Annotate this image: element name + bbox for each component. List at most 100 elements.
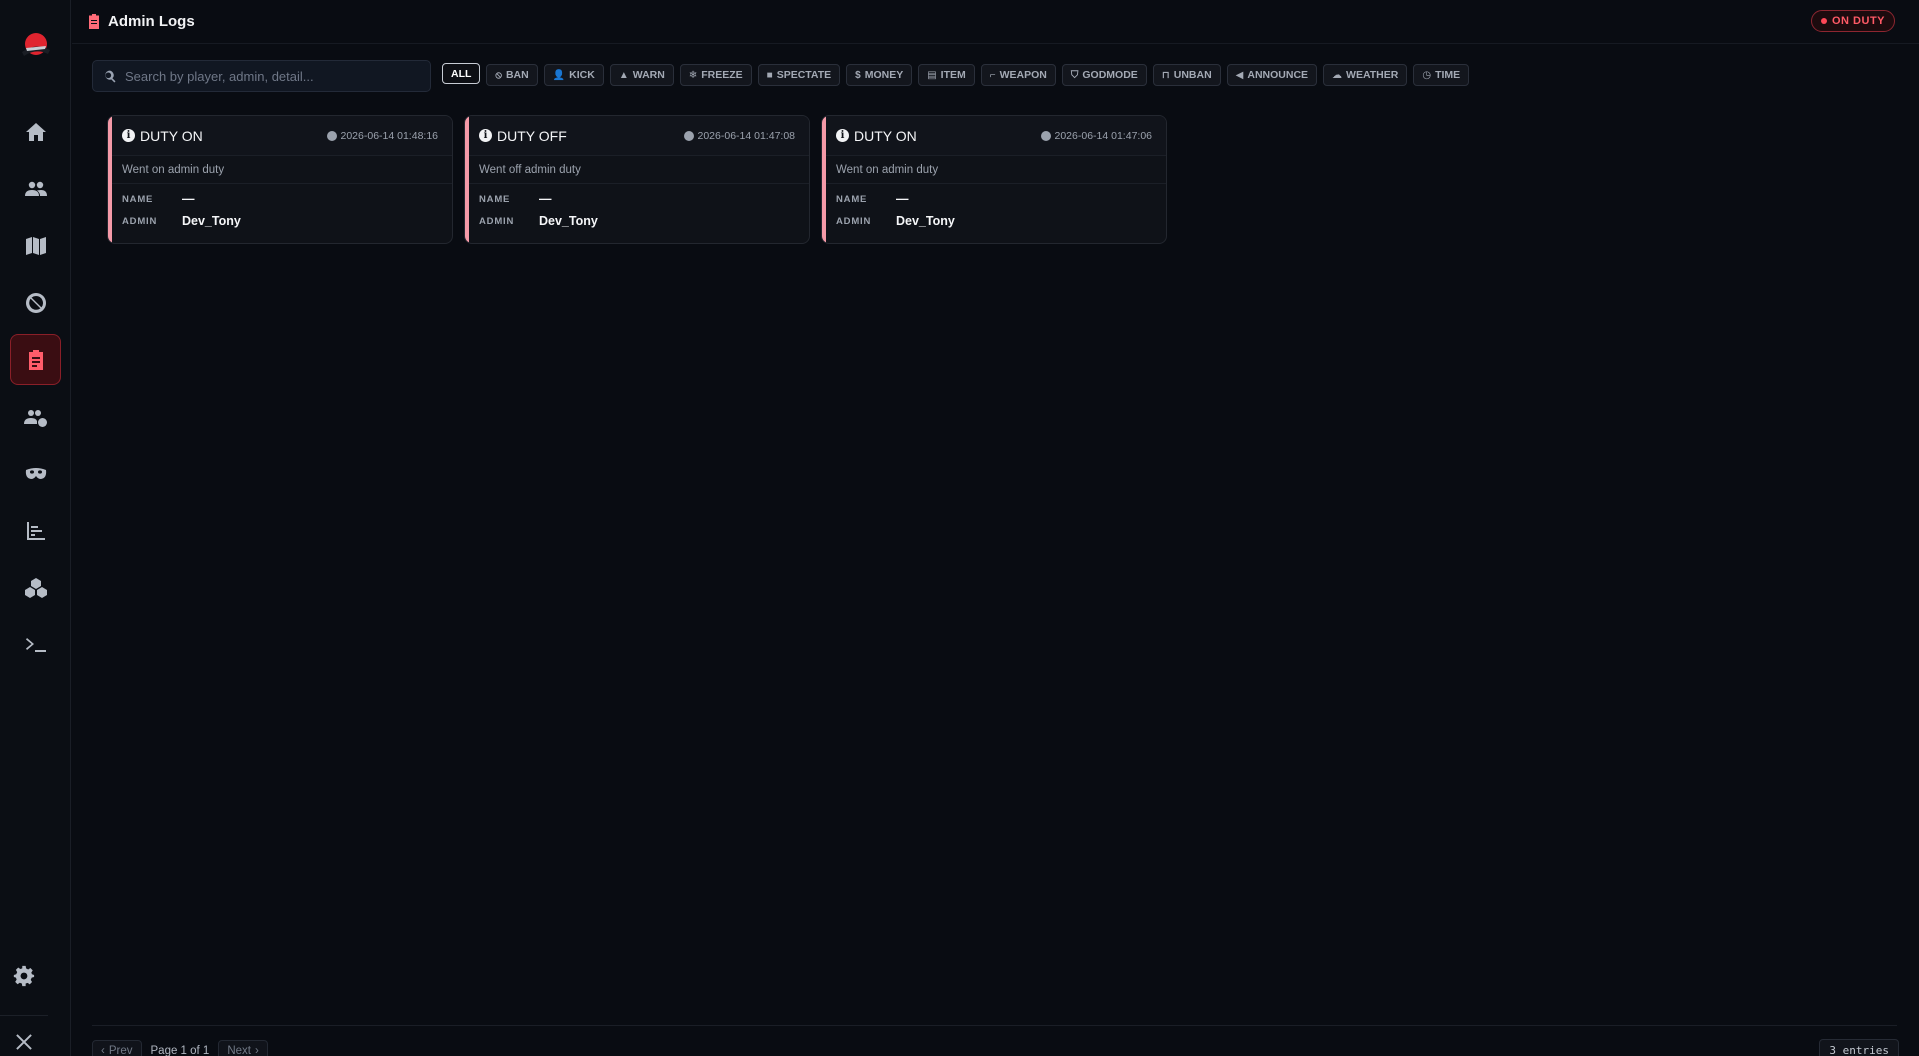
nav-staff[interactable]: [10, 391, 61, 442]
log-admin-row: ADMIN Dev_Tony: [465, 210, 809, 232]
page-header: Admin Logs ON DUTY: [72, 0, 1919, 44]
settings-button[interactable]: [0, 952, 48, 1000]
next-page-button[interactable]: Next ›: [218, 1040, 268, 1056]
log-detail: Went on admin duty: [108, 156, 452, 184]
log-type: DUTY ON: [140, 127, 203, 144]
users-icon: [24, 181, 47, 196]
snowflake-icon: ❄: [688, 69, 698, 81]
log-card[interactable]: i DUTY OFF 2026-06-14 01:47:08 Went off …: [464, 115, 810, 244]
nav-players[interactable]: [10, 163, 61, 214]
home-icon: [25, 122, 46, 141]
log-name-value: —: [182, 192, 195, 206]
nav-home[interactable]: [10, 106, 61, 157]
search-input[interactable]: [125, 68, 425, 84]
prev-page-button[interactable]: ‹ Prev: [92, 1040, 142, 1056]
log-type: DUTY ON: [854, 127, 917, 144]
log-detail: Went on admin duty: [822, 156, 1166, 184]
filter-spectate[interactable]: ■ SPECTATE: [757, 64, 841, 86]
log-timestamp: 2026-06-14 01:48:16: [326, 129, 439, 142]
entries-count-badge: 3 entries: [1819, 1039, 1899, 1056]
nav-bans[interactable]: [10, 277, 61, 328]
filter-label: BAN: [505, 69, 529, 81]
log-timestamp: 2026-06-14 01:47:06: [1040, 130, 1152, 142]
cloud-icon: ☁: [1332, 69, 1343, 81]
filter-time[interactable]: ◷ TIME: [1413, 64, 1470, 86]
filter-label: ANNOUNCE: [1247, 69, 1309, 81]
filter-money[interactable]: $ MONEY: [846, 64, 913, 86]
next-label: Next: [227, 1045, 251, 1056]
log-admin-label: ADMIN: [479, 215, 515, 227]
log-admin-label: ADMIN: [836, 215, 872, 227]
log-name-value: —: [896, 192, 909, 206]
filter-freeze[interactable]: ❄ FREEZE: [679, 64, 752, 86]
nav-resources[interactable]: [10, 562, 61, 613]
clipboard-icon: [28, 349, 43, 370]
chevron-right-icon: ›: [254, 1045, 259, 1056]
log-admin-value: Dev_Tony: [182, 214, 241, 228]
log-card-header: i DUTY ON 2026-06-14 01:47:06: [822, 116, 1166, 156]
filter-weather[interactable]: ☁ WEATHER: [1323, 64, 1408, 86]
dollar-icon: $: [855, 69, 861, 81]
terminal-icon: [25, 637, 46, 652]
boxes-icon: [24, 577, 47, 598]
clock-icon: [683, 130, 694, 141]
page-indicator: Page 1 of 1: [150, 1045, 210, 1056]
user-minus-icon: 👤: [552, 69, 566, 81]
log-name-row: NAME —: [108, 188, 452, 210]
mask-icon: [25, 467, 46, 479]
log-admin-value: Dev_Tony: [896, 214, 955, 228]
log-card[interactable]: i DUTY ON 2026-06-14 01:47:06 Went on ad…: [821, 115, 1167, 244]
filter-weapon[interactable]: ⌐ WEAPON: [980, 64, 1056, 86]
filter-label: WEATHER: [1346, 69, 1399, 81]
chart-icon: [26, 521, 45, 540]
log-timestamp-text: 2026-06-14 01:47:08: [697, 129, 796, 142]
page-title: Admin Logs: [108, 13, 195, 30]
nav-admin-logs[interactable]: [10, 334, 61, 385]
filter-kick[interactable]: 👤 KICK: [543, 64, 604, 86]
info-icon: i: [836, 129, 849, 142]
clock-icon: ◷: [1422, 69, 1432, 81]
filter-warn[interactable]: ▲ WARN: [609, 64, 674, 86]
prev-label: Prev: [108, 1045, 133, 1056]
close-button[interactable]: [0, 1018, 48, 1056]
chevron-left-icon: ‹: [101, 1045, 105, 1056]
nav-map[interactable]: [10, 220, 61, 271]
map-icon: [25, 236, 46, 255]
nav-roleplay[interactable]: [10, 448, 61, 499]
filter-unban[interactable]: ⊓ UNBAN: [1152, 64, 1221, 86]
users-gear-icon: [23, 409, 47, 427]
filter-label: UNBAN: [1173, 69, 1212, 81]
ban-icon: ⦸: [495, 69, 502, 81]
log-admin-row: ADMIN Dev_Tony: [822, 210, 1166, 232]
filter-all[interactable]: ALL: [442, 63, 481, 84]
info-icon: i: [122, 129, 135, 142]
log-timestamp-text: 2026-06-14 01:48:16: [340, 129, 439, 142]
duty-status-badge[interactable]: ON DUTY: [1811, 10, 1895, 32]
nav-stats[interactable]: [10, 505, 61, 556]
clock-icon: [326, 130, 337, 141]
log-type: DUTY OFF: [497, 127, 567, 144]
log-type-filters: ALL ⦸ BAN 👤 KICK ▲ WARN ❄ FREEZE ■ SPECTATE $…: [442, 63, 1470, 86]
sidebar: [0, 0, 71, 1056]
filter-godmode[interactable]: ⛉ GODMODE: [1061, 64, 1147, 86]
filter-item[interactable]: ▤ ITEM: [918, 64, 975, 86]
log-card[interactable]: i DUTY ON 2026-06-14 01:48:16 Went on ad…: [107, 115, 453, 244]
unlock-icon: ⊓: [1161, 69, 1170, 81]
log-admin-value: Dev_Tony: [539, 214, 598, 228]
filter-label: WARN: [632, 69, 665, 81]
log-admin-row: ADMIN Dev_Tony: [108, 210, 452, 232]
filter-label: TIME: [1435, 69, 1461, 81]
log-name-label: NAME: [122, 193, 154, 205]
filter-label: SPECTATE: [776, 69, 832, 81]
filter-announce[interactable]: ◀ ANNOUNCE: [1226, 64, 1318, 86]
filter-label: KICK: [569, 69, 595, 81]
filter-label: MONEY: [864, 69, 904, 81]
shield-icon: ⛉: [1070, 69, 1079, 81]
warning-icon: ▲: [618, 69, 629, 81]
log-detail: Went off admin duty: [465, 156, 809, 184]
search-box[interactable]: [92, 60, 431, 92]
filter-label: GODMODE: [1082, 69, 1138, 81]
footer-divider: [92, 1025, 1897, 1026]
nav-console[interactable]: [10, 619, 61, 670]
filter-ban[interactable]: ⦸ BAN: [486, 64, 538, 86]
